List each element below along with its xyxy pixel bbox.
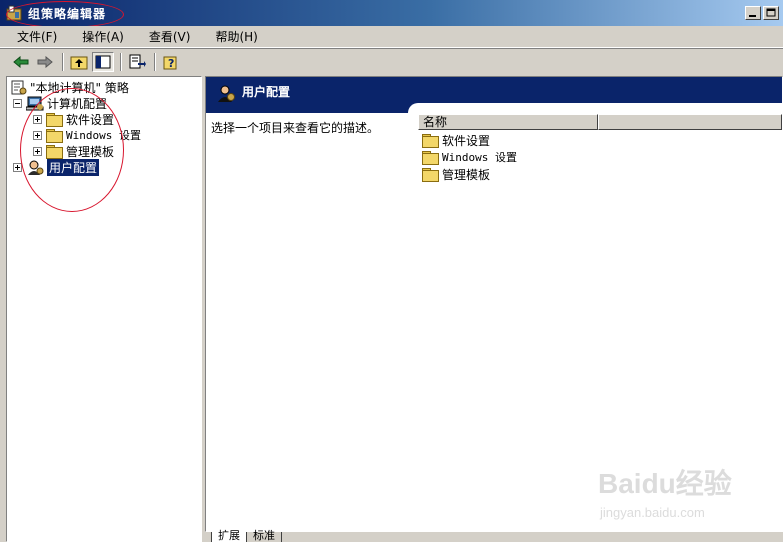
forward-icon [37, 55, 53, 68]
show-hide-tree-button[interactable] [92, 51, 114, 72]
folder-icon [422, 167, 439, 182]
watermark-logo: Baidu经验 [598, 468, 732, 499]
up-one-level-button[interactable] [68, 52, 90, 72]
list-item[interactable]: 管理模板 [422, 166, 490, 182]
help-button[interactable]: ? [160, 52, 182, 72]
toolbar-separator [120, 52, 122, 71]
folder-icon [422, 150, 439, 165]
annotation-circle-tree [20, 88, 124, 212]
menu-file[interactable]: 文件(F) [17, 28, 57, 45]
collapse-toggle[interactable] [13, 98, 22, 108]
menu-bar: 文件(F) 操作(A) 查看(V) 帮助(H) [0, 26, 783, 48]
list-item-label: 软件设置 [442, 133, 491, 148]
help-icon: ? [163, 56, 177, 70]
list-item[interactable]: 软件设置 [422, 132, 490, 148]
export-list-icon [129, 54, 146, 68]
annotation-circle-title [6, 1, 124, 28]
header-tab-curve [408, 103, 782, 113]
description-text: 选择一个项目来查看它的描述。 [211, 121, 380, 135]
menu-view[interactable]: 查看(V) [149, 28, 191, 45]
up-folder-icon [70, 56, 88, 69]
forward-button[interactable] [34, 52, 56, 72]
toolbar: ? [0, 48, 783, 74]
list-item[interactable]: Windows 设置 [422, 149, 517, 165]
user-config-icon [218, 85, 235, 102]
export-list-button[interactable] [126, 52, 148, 72]
list-item-label: Windows 设置 [442, 151, 517, 164]
details-header-title: 用户配置 [242, 85, 291, 99]
list-header: 名称 [418, 114, 782, 130]
maximize-button[interactable] [763, 6, 779, 20]
toolbar-separator [62, 52, 64, 71]
tab-standard[interactable]: 标准 [246, 530, 282, 542]
minimize-button[interactable] [745, 6, 761, 20]
details-header: 用户配置 [206, 77, 782, 113]
toolbar-separator [154, 52, 156, 71]
back-icon [13, 55, 29, 68]
policy-icon [11, 80, 27, 94]
folder-icon [422, 133, 439, 148]
back-button[interactable] [10, 52, 32, 72]
list-item-label: 管理模板 [442, 167, 491, 182]
column-header-name[interactable]: 名称 [418, 114, 598, 130]
column-header-blank[interactable] [598, 114, 782, 130]
view-tabs: 扩展 标准 [205, 530, 282, 542]
show-hide-tree-icon [95, 55, 111, 68]
menu-help[interactable]: 帮助(H) [215, 28, 257, 45]
watermark-url: jingyan.baidu.com [600, 505, 705, 520]
tab-extended[interactable]: 扩展 [211, 530, 247, 542]
svg-text:?: ? [168, 57, 174, 70]
menu-action[interactable]: 操作(A) [82, 28, 124, 45]
